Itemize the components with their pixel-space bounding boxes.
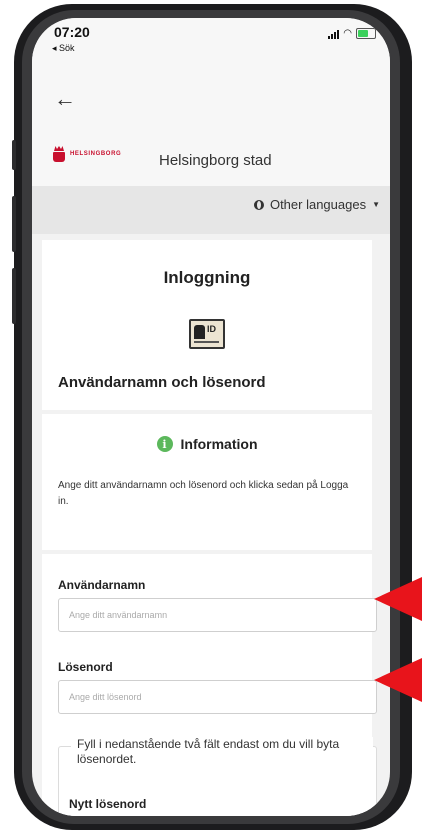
logo-text: HELSINGBORG <box>70 151 122 157</box>
change-password-note: Fyll i nedanstående två fält endast om d… <box>71 737 373 767</box>
volume-down-button <box>12 268 16 324</box>
username-label: Användarnamn <box>58 578 146 592</box>
login-card: Inloggning ID Användarnamn och lösenord <box>42 240 372 410</box>
back-arrow-icon[interactable]: ← <box>54 88 76 110</box>
phone-screen: 07:20 ◂ Sök ◠ ← HELSINGBORG Helsingborg … <box>32 18 390 816</box>
site-title: Helsingborg stad <box>159 152 272 169</box>
globe-icon <box>253 199 264 210</box>
id-card-icon: ID <box>189 319 225 349</box>
status-time: 07:20 <box>54 24 90 40</box>
app-header: ← HELSINGBORG Helsingborg stad <box>32 66 390 186</box>
annotation-arrow-password <box>374 658 422 702</box>
signal-icon <box>328 30 340 39</box>
information-card: i Information Ange ditt användarnamn och… <box>42 414 372 550</box>
new-password-label: Nytt lösenord <box>69 797 147 811</box>
information-header: i Information <box>42 436 372 452</box>
password-label: Lösenord <box>58 660 113 674</box>
caret-down-icon: ▼ <box>372 200 380 209</box>
username-input[interactable] <box>58 598 377 632</box>
status-bar: 07:20 ◂ Sök ◠ <box>32 18 390 66</box>
silent-switch <box>12 140 16 170</box>
password-input[interactable] <box>58 680 377 714</box>
login-form: Användarnamn Lösenord Fyll i nedanståend… <box>42 554 377 816</box>
page-title: Inloggning <box>163 268 251 287</box>
volume-up-button <box>12 196 16 252</box>
language-dropdown[interactable]: Other languages ▼ <box>253 197 380 212</box>
id-icon-text: ID <box>207 324 216 334</box>
back-to-search-link[interactable]: ◂ Sök <box>52 43 75 54</box>
information-title: Information <box>180 436 258 452</box>
wifi-icon: ◠ <box>343 28 352 39</box>
change-password-section: Fyll i nedanstående två fält endast om d… <box>58 737 377 816</box>
crest-icon <box>52 146 66 162</box>
status-icons: ◠ <box>328 28 376 39</box>
info-icon: i <box>156 436 173 452</box>
login-method-title: Användarnamn och lösenord <box>58 374 266 391</box>
information-text: Ange ditt användarnamn och lösenord och … <box>58 480 349 507</box>
helsingborg-logo[interactable]: HELSINGBORG <box>52 146 121 162</box>
language-label: Other languages <box>269 197 367 212</box>
annotation-arrow-username <box>374 577 422 621</box>
language-bar: Other languages ▼ <box>32 186 390 234</box>
battery-icon <box>356 28 376 39</box>
